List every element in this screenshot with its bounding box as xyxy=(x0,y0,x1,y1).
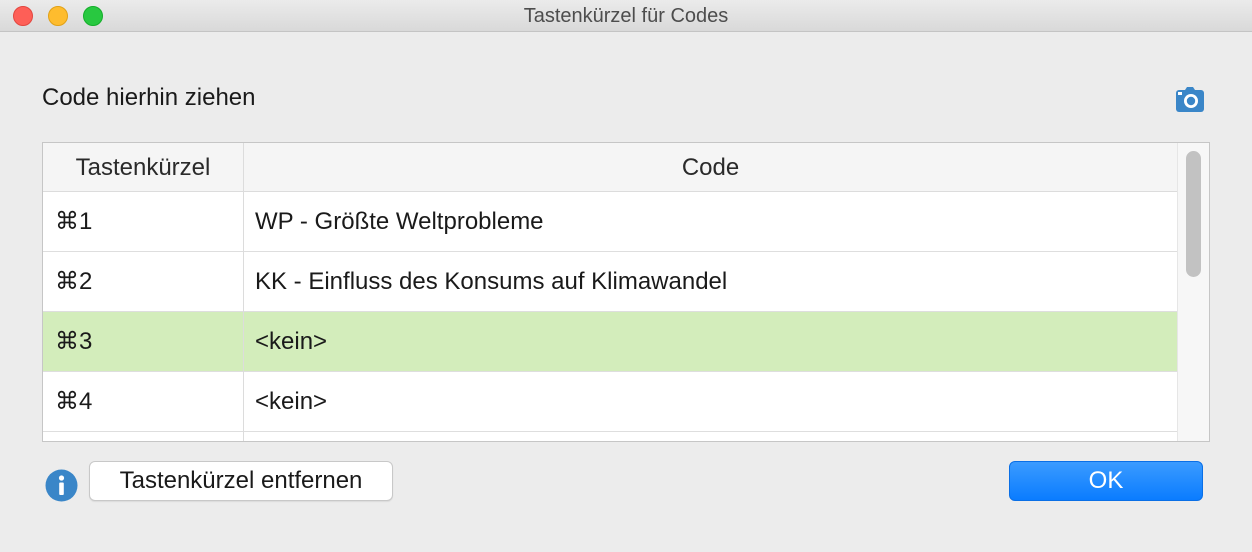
code-cell: KK - Einfluss des Konsums auf Klimawande… xyxy=(255,268,728,295)
ok-button[interactable]: OK xyxy=(1009,461,1203,501)
shortcut-cell: ⌘3 xyxy=(55,328,93,355)
table-row[interactable] xyxy=(43,432,1177,441)
shortcut-cell: ⌘4 xyxy=(55,388,93,415)
column-divider[interactable] xyxy=(243,143,244,441)
scrollbar-thumb[interactable] xyxy=(1186,151,1201,277)
table-row[interactable]: ⌘1 WP - Größte Weltprobleme xyxy=(43,192,1177,252)
column-header-code[interactable]: Code xyxy=(244,143,1177,191)
shortcut-cell: ⌘1 xyxy=(55,208,93,235)
table-row-selected[interactable]: ⌘3 <kein> xyxy=(43,312,1177,372)
remove-shortcut-button[interactable]: Tastenkürzel entfernen xyxy=(89,461,393,501)
drop-zone-label[interactable]: Code hierhin ziehen xyxy=(42,84,255,112)
camera-icon[interactable] xyxy=(1175,86,1205,114)
code-cell: <kein> xyxy=(255,388,328,415)
table-header: Tastenkürzel Code xyxy=(43,143,1177,192)
dialog-window: Tastenkürzel für Codes Code hierhin zieh… xyxy=(0,0,1252,552)
shortcut-cell: ⌘2 xyxy=(55,268,93,295)
info-icon[interactable] xyxy=(45,469,78,502)
table-row[interactable]: ⌘2 KK - Einfluss des Konsums auf Klimawa… xyxy=(43,252,1177,312)
code-cell: WP - Größte Weltprobleme xyxy=(255,208,544,235)
title-bar: Tastenkürzel für Codes xyxy=(0,0,1252,32)
vertical-scrollbar[interactable] xyxy=(1177,143,1209,441)
code-cell: <kein> xyxy=(255,328,328,355)
column-header-shortcut[interactable]: Tastenkürzel xyxy=(43,143,243,191)
window-title: Tastenkürzel für Codes xyxy=(523,5,729,27)
shortcut-table: Tastenkürzel Code ⌘1 WP - Größte Weltpro… xyxy=(42,142,1210,442)
table-row[interactable]: ⌘4 <kein> xyxy=(43,372,1177,432)
